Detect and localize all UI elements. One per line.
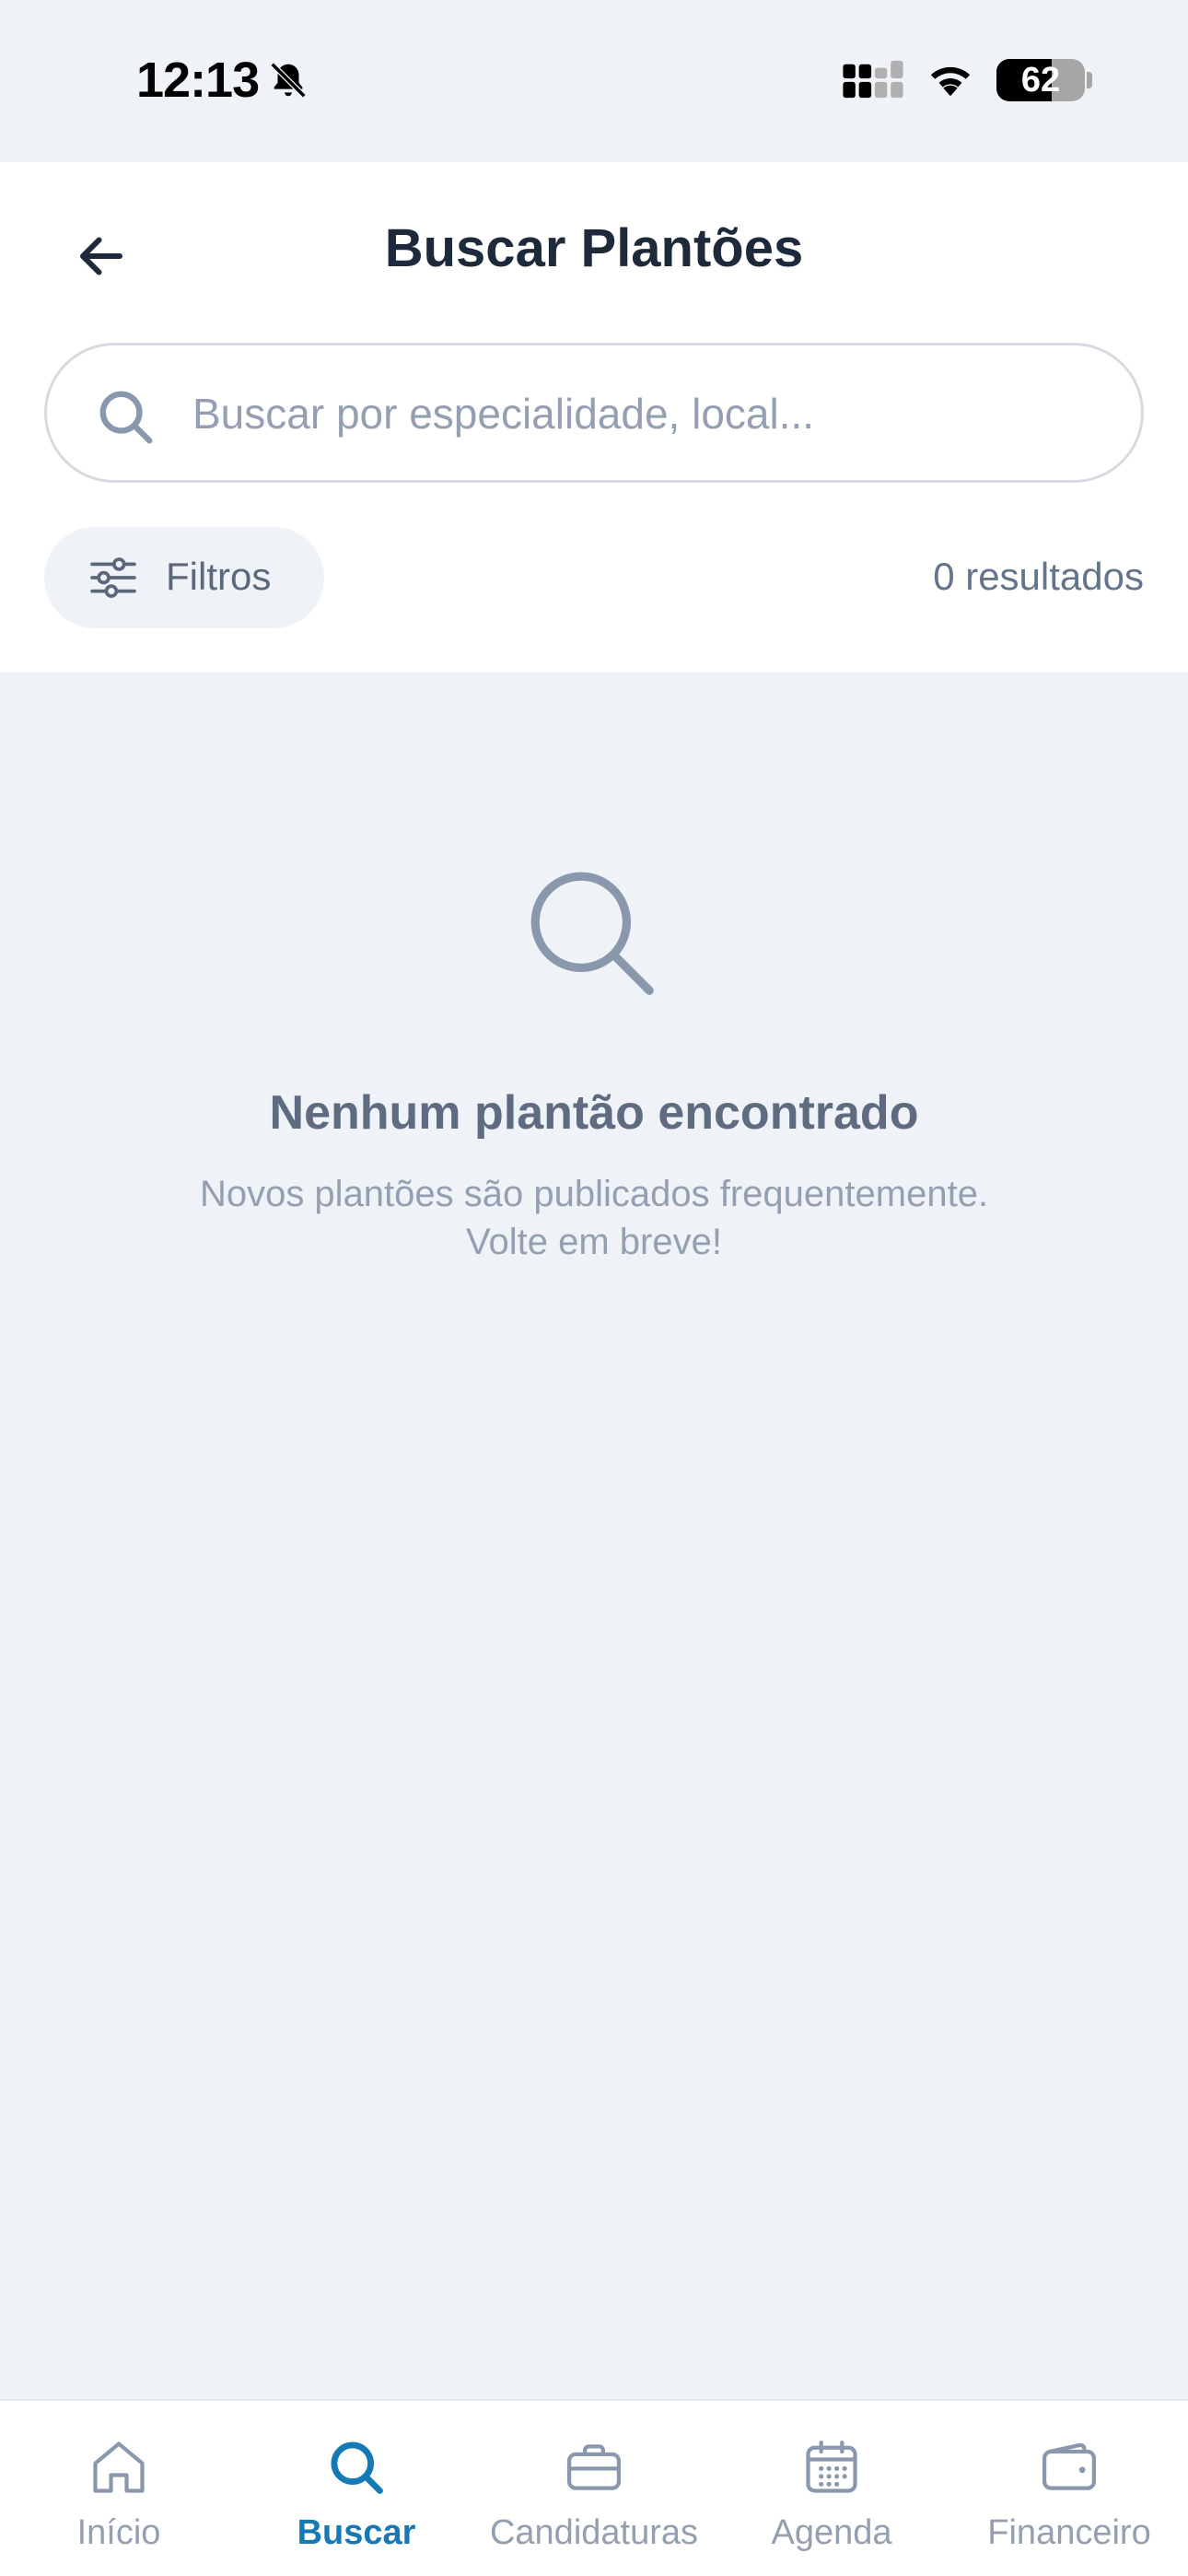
nav-label-inicio: Início [76,2513,161,2552]
signal-icon [843,60,903,99]
search-input[interactable] [192,379,1095,449]
empty-state-subtitle-line-2: Volte em breve! [466,1222,722,1262]
battery-level: 62 [1020,60,1061,100]
filters-button[interactable]: Filtros [44,527,324,628]
nav-label-agenda: Agenda [771,2513,892,2552]
search-icon [99,391,153,444]
nav-item-inicio[interactable]: Início [0,2401,238,2576]
search-icon [331,2441,383,2494]
nav-item-financeiro[interactable]: Financeiro [950,2401,1188,2576]
battery-nub [1087,72,1092,88]
empty-state-title: Nenhum plantão encontrado [269,1086,919,1140]
page-title: Buscar Plantões [384,218,804,278]
nav-item-buscar[interactable]: Buscar [238,2401,475,2576]
results-count: 0 resultados [933,555,1144,598]
nav-item-candidaturas[interactable]: Candidaturas [475,2401,713,2576]
search-icon [530,872,654,995]
wifi-icon [930,66,971,97]
bottom-nav: Início Buscar Candidaturas Agenda Financ… [0,2399,1188,2576]
wallet-icon [1042,2442,1097,2490]
briefcase-icon [566,2444,622,2490]
empty-state-subtitle-line-1: Novos plantões são publicados frequentem… [199,1174,989,1214]
nav-label-buscar: Buscar [297,2513,416,2552]
calendar-icon [806,2440,857,2493]
home-icon [93,2441,145,2493]
search-bar[interactable] [44,343,1144,483]
empty-state-subtitle: Novos plantões são publicados frequentem… [0,1170,1188,1266]
nav-label-candidaturas: Candidaturas [489,2513,699,2552]
battery-indicator: 62 [996,59,1085,101]
bell-slash-icon [270,62,307,99]
empty-state: Nenhum plantão encontrado Novos plantões… [0,673,1188,2395]
header: Buscar Plantões Filtros 0 resultados [0,162,1188,673]
nav-item-agenda[interactable]: Agenda [713,2401,950,2576]
sliders-icon [90,557,136,598]
app-screen: 12:13 62 Buscar Plantões Buscar por espe… [0,0,1188,2576]
status-bar: 12:13 62 [0,0,1188,162]
filters-label: Filtros [166,555,272,598]
status-time: 12:13 [136,53,260,108]
nav-label-financeiro: Financeiro [987,2513,1151,2552]
